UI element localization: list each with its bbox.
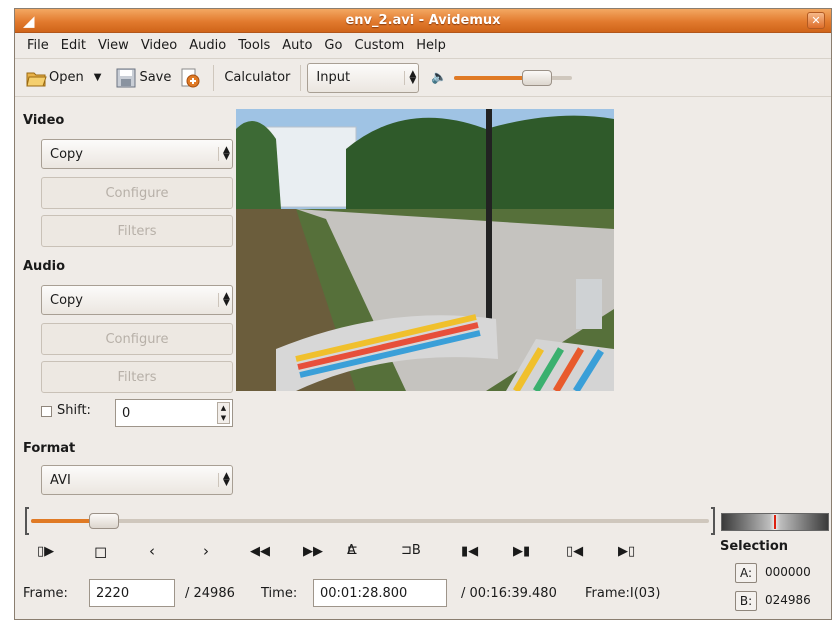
spin-arrows-icon: ▲ ▼ bbox=[218, 292, 230, 308]
stop-icon[interactable]: ◻ bbox=[94, 542, 107, 561]
seek-bar[interactable] bbox=[25, 507, 715, 535]
toolbar: Open ▼ Save Calculator Input ▲ ▼ 🔈 bbox=[15, 59, 831, 97]
seek-bracket-right bbox=[711, 507, 715, 535]
time-value: 00:01:28.800 bbox=[320, 585, 408, 601]
window-title: env_2.avi - Avidemux bbox=[345, 13, 501, 28]
selection-a-button[interactable]: A: bbox=[735, 563, 757, 583]
audio-configure-button[interactable]: Configure bbox=[41, 323, 233, 355]
frame-total: / 24986 bbox=[185, 586, 235, 601]
shift-label: Shift: bbox=[57, 403, 91, 418]
format-heading: Format bbox=[23, 441, 76, 456]
mark-b-button[interactable]: ⊐ B bbox=[401, 543, 421, 558]
jog-shuttle[interactable] bbox=[721, 513, 829, 531]
menu-view[interactable]: View bbox=[92, 38, 135, 53]
video-codec-select[interactable]: Copy ▲ ▼ bbox=[41, 139, 233, 169]
toolbar-separator bbox=[213, 64, 215, 91]
menu-tools[interactable]: Tools bbox=[232, 38, 276, 53]
format-value: AVI bbox=[50, 472, 71, 488]
avidemux-window: ◢ env_2.avi - Avidemux ✕ File Edit View … bbox=[14, 8, 832, 620]
frame-label: Frame: bbox=[23, 586, 68, 601]
seek-track bbox=[31, 519, 709, 523]
save-icon bbox=[116, 68, 136, 87]
display-mode-select[interactable]: Input ▲ ▼ bbox=[307, 62, 420, 93]
spin-arrows-icon: ▲ ▼ bbox=[218, 472, 230, 488]
frame-type: Frame:I(03) bbox=[585, 586, 661, 601]
time-total: / 00:16:39.480 bbox=[461, 586, 557, 601]
folder-open-icon bbox=[26, 72, 47, 86]
previous-frame-icon[interactable]: ‹ bbox=[149, 542, 155, 560]
open-label: Open bbox=[49, 70, 84, 85]
selection-a-value: 000000 bbox=[765, 565, 811, 579]
selection-b-label: B: bbox=[739, 594, 753, 608]
volume-knob[interactable] bbox=[522, 69, 553, 86]
save-label: Save bbox=[139, 70, 172, 85]
spin-arrows-icon: ▲ ▼ bbox=[404, 69, 416, 85]
video-preview bbox=[236, 109, 614, 391]
rewind-icon[interactable]: ◀◀ bbox=[250, 544, 270, 559]
play-icon[interactable]: ▯▶ bbox=[37, 544, 54, 559]
go-to-start-icon[interactable]: ▮◀ bbox=[461, 544, 478, 559]
frame-input[interactable]: 2220 bbox=[89, 579, 175, 607]
frame-value: 2220 bbox=[96, 585, 130, 601]
next-keyframe-icon[interactable]: ▶▯ bbox=[618, 544, 635, 559]
audio-heading: Audio bbox=[23, 259, 66, 274]
go-to-end-icon[interactable]: ▶▮ bbox=[513, 544, 530, 559]
selection-a-label: A: bbox=[739, 566, 753, 580]
shift-spinbox[interactable]: 0 ▲ ▼ bbox=[115, 399, 233, 427]
audio-filters-button[interactable]: Filters bbox=[41, 361, 233, 393]
time-input[interactable]: 00:01:28.800 bbox=[313, 579, 447, 607]
open-button[interactable]: Open bbox=[21, 63, 88, 93]
calculator-label: Calculator bbox=[224, 70, 291, 85]
shift-checkbox[interactable] bbox=[41, 406, 52, 417]
properties-icon bbox=[181, 68, 200, 87]
seek-knob[interactable] bbox=[88, 513, 119, 529]
audio-codec-select[interactable]: Copy ▲ ▼ bbox=[41, 285, 233, 315]
properties-button[interactable] bbox=[175, 63, 207, 93]
mark-b-label: B bbox=[411, 543, 421, 558]
selection-b-button[interactable]: B: bbox=[735, 591, 757, 611]
menu-go[interactable]: Go bbox=[318, 38, 348, 53]
volume-slider[interactable] bbox=[453, 69, 572, 87]
seek-bracket-left bbox=[25, 507, 29, 535]
video-codec-value: Copy bbox=[50, 146, 83, 162]
time-label: Time: bbox=[261, 586, 298, 601]
menu-audio[interactable]: Audio bbox=[183, 38, 232, 53]
video-heading: Video bbox=[23, 113, 65, 128]
video-configure-button[interactable]: Configure bbox=[41, 177, 233, 209]
spin-arrows-icon[interactable]: ▲ ▼ bbox=[217, 402, 230, 424]
mark-a-button[interactable]: A ⊏ bbox=[347, 543, 358, 558]
mark-a-label: A bbox=[347, 543, 356, 558]
menu-edit[interactable]: Edit bbox=[55, 38, 92, 53]
audio-codec-value: Copy bbox=[50, 292, 83, 308]
video-filters-button[interactable]: Filters bbox=[41, 215, 233, 247]
spin-arrows-icon: ▲ ▼ bbox=[218, 146, 230, 162]
menu-bar: File Edit View Video Audio Tools Auto Go… bbox=[15, 33, 831, 59]
open-recent-dropdown-icon[interactable]: ▼ bbox=[94, 72, 102, 83]
menu-help[interactable]: Help bbox=[410, 38, 452, 53]
menu-file[interactable]: File bbox=[21, 38, 55, 53]
selection-heading: Selection bbox=[720, 539, 789, 554]
shift-value: 0 bbox=[122, 405, 131, 421]
speaker-icon: 🔈 bbox=[431, 70, 448, 85]
jog-marker bbox=[774, 515, 776, 529]
display-mode-value: Input bbox=[316, 70, 351, 85]
close-icon[interactable]: ✕ bbox=[807, 12, 825, 29]
video-frame-image bbox=[236, 109, 614, 391]
menu-custom[interactable]: Custom bbox=[348, 38, 410, 53]
save-button[interactable]: Save bbox=[111, 63, 175, 93]
next-frame-icon[interactable]: › bbox=[203, 542, 209, 560]
calculator-button[interactable]: Calculator bbox=[220, 63, 294, 93]
toolbar-separator bbox=[300, 64, 302, 91]
menu-auto[interactable]: Auto bbox=[276, 38, 318, 53]
menu-video[interactable]: Video bbox=[135, 38, 183, 53]
selection-b-value: 024986 bbox=[765, 593, 811, 607]
title-bar: ◢ env_2.avi - Avidemux ✕ bbox=[15, 9, 831, 33]
previous-keyframe-icon[interactable]: ▯◀ bbox=[566, 544, 583, 559]
format-select[interactable]: AVI ▲ ▼ bbox=[41, 465, 233, 495]
fast-forward-icon[interactable]: ▶▶ bbox=[303, 544, 323, 559]
